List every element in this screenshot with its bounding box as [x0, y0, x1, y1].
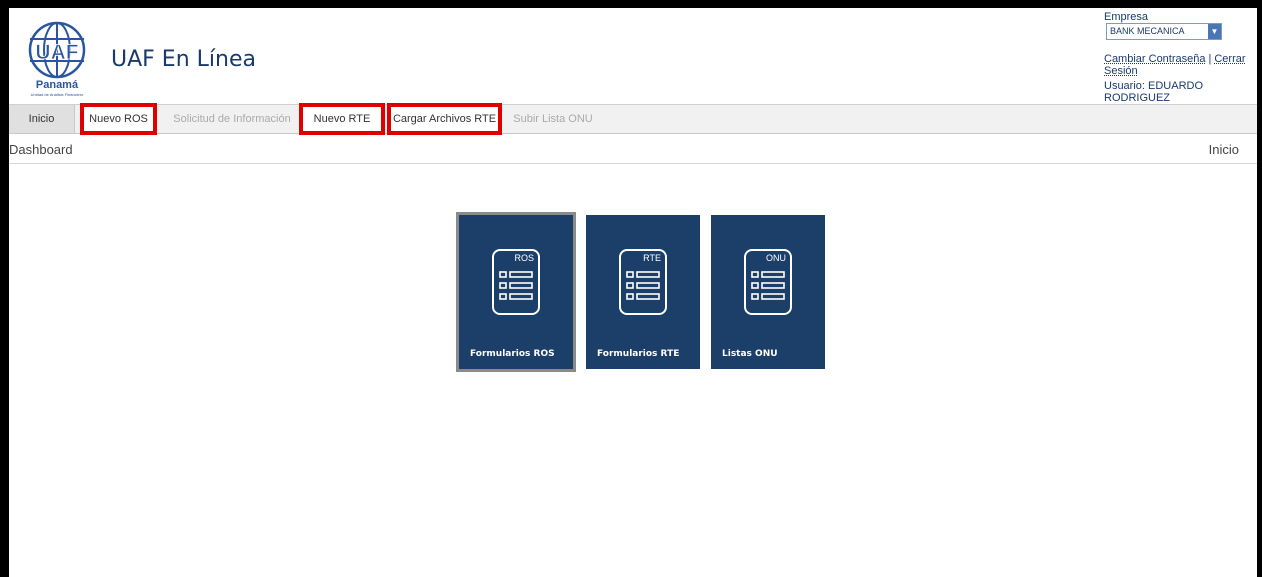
tab-nuevo-ros[interactable]: Nuevo ROS: [80, 103, 157, 135]
tile-formularios-ros[interactable]: ROS Formularios ROS: [456, 212, 576, 372]
tab-solicitud-informacion[interactable]: Solicitud de Información: [169, 105, 295, 133]
link-separator: |: [1208, 53, 1212, 65]
tile-tag: ROS: [514, 253, 534, 263]
company-select[interactable]: BANK MECANICA ▼: [1106, 23, 1222, 41]
tile-tag: RTE: [643, 253, 661, 263]
tile-label: Listas ONU: [722, 349, 778, 359]
form-list-icon: ROS: [492, 249, 540, 315]
tile-label: Formularios RTE: [597, 349, 680, 359]
form-list-icon: ONU: [744, 249, 792, 315]
uaf-logo: UAF Panamá Unidad de Análisis Financiero: [28, 21, 86, 97]
tile-tag: ONU: [766, 253, 786, 263]
user-label: Usuario: EDUARDO RODRIGUEZ: [1104, 80, 1204, 104]
logo-country: Panamá: [36, 79, 79, 91]
dropdown-arrow-icon[interactable]: ▼: [1208, 24, 1221, 40]
account-links: Cambiar Contraseña | Cerrar Sesión: [1104, 53, 1257, 77]
breadcrumb-dashboard: Dashboard: [9, 142, 73, 157]
company-selector-row: Empresa BANK MECANICA ▼: [1104, 11, 1257, 41]
logo-subtitle: Unidad de Análisis Financiero: [31, 92, 84, 97]
company-select-value: BANK MECANICA: [1110, 26, 1185, 37]
tile-listas-onu[interactable]: ONU Listas ONU: [711, 215, 825, 369]
tab-subir-lista-onu[interactable]: Subir Lista ONU: [507, 105, 599, 133]
tile-label: Formularios ROS: [470, 349, 555, 359]
company-label: Empresa: [1104, 11, 1149, 24]
form-list-icon: RTE: [619, 249, 667, 315]
tile-formularios-rte[interactable]: RTE Formularios RTE: [586, 215, 700, 369]
breadcrumb: Dashboard Inicio: [9, 133, 1257, 164]
app-window: UAF Panamá Unidad de Análisis Financiero…: [9, 8, 1257, 577]
app-title: UAF En Línea: [111, 47, 256, 72]
tab-inicio[interactable]: Inicio: [9, 105, 75, 133]
header: UAF Panamá Unidad de Análisis Financiero…: [9, 8, 1257, 104]
logo-text: UAF: [35, 41, 78, 64]
change-password-link[interactable]: Cambiar Contraseña: [1104, 53, 1206, 65]
breadcrumb-inicio[interactable]: Inicio: [1209, 142, 1239, 157]
tab-nuevo-rte[interactable]: Nuevo RTE: [299, 103, 385, 135]
main-tab-bar: Inicio Nuevo ROS Solicitud de Informació…: [9, 103, 1257, 135]
tab-cargar-archivos-rte[interactable]: Cargar Archivos RTE: [387, 103, 502, 135]
